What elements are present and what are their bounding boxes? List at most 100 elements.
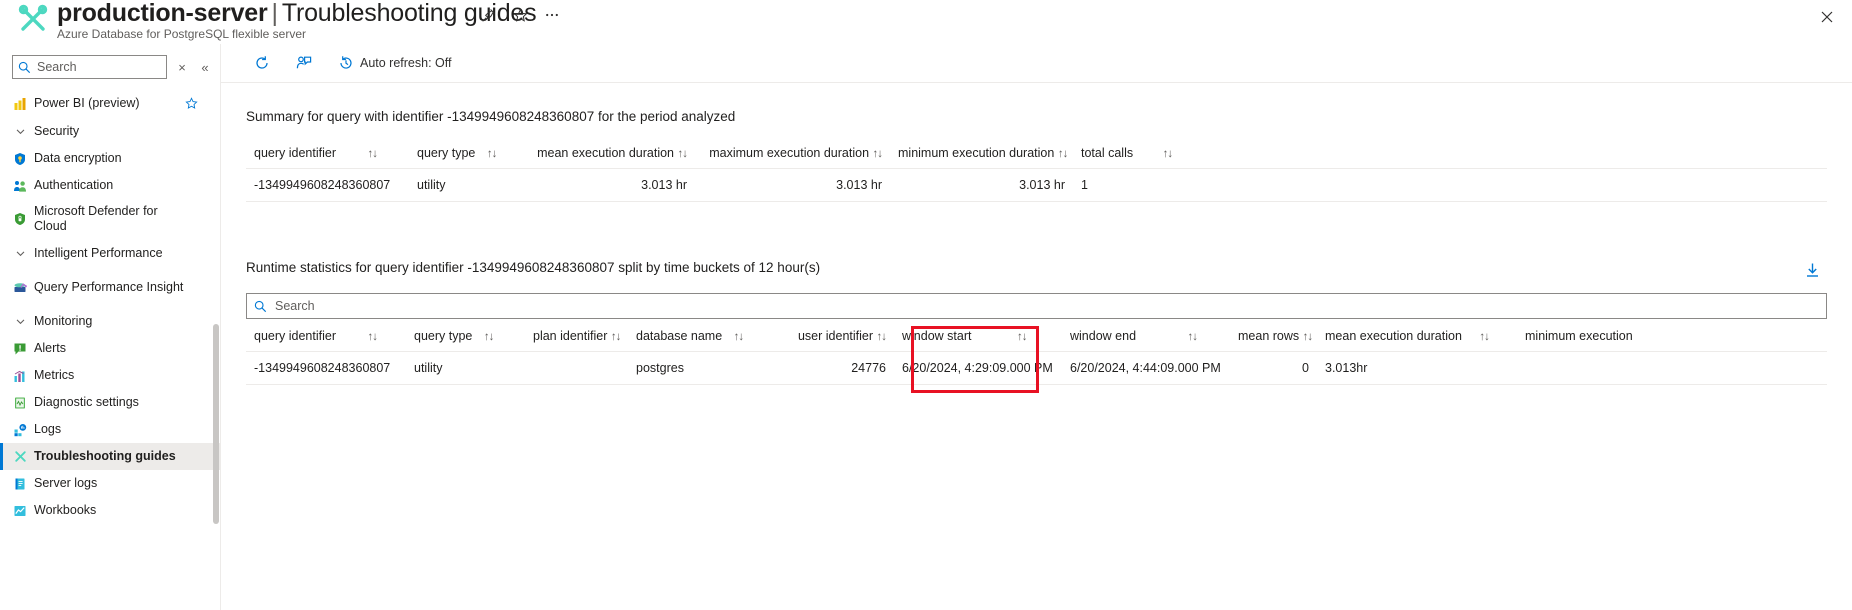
search-input[interactable] <box>35 59 153 75</box>
feedback-button[interactable] <box>288 49 326 77</box>
close-icon[interactable] <box>1814 4 1840 30</box>
cell-mean-execution-duration: 3.013hr <box>1317 351 1517 385</box>
column-header-maximum-execution-duration[interactable]: maximum execution duration ↑↓ <box>695 140 890 169</box>
sidebar-item-metrics[interactable]: Metrics <box>0 362 220 389</box>
column-label: database name <box>636 329 723 343</box>
column-label: window start <box>902 329 972 343</box>
download-icon[interactable] <box>1798 260 1827 281</box>
sort-icon[interactable]: ↑↓ <box>367 331 377 343</box>
sidebar-item-query-performance-insight[interactable]: Query Performance Insight <box>0 267 220 307</box>
sort-icon[interactable]: ↑↓ <box>484 331 494 343</box>
runtime-search[interactable] <box>246 293 1827 319</box>
table-row[interactable]: -1349949608248360807 utility 3.013 hr 3.… <box>246 168 1827 202</box>
blade-content: Auto refresh: Off Summary for query with… <box>221 44 1852 610</box>
runtime-section-head: Runtime statistics for query identifier … <box>246 260 1827 281</box>
alerts-icon <box>12 341 28 357</box>
cell-window-end: 6/20/2024, 4:44:09.000 PM <box>1062 351 1230 385</box>
sidebar-group-label: Monitoring <box>34 314 93 328</box>
sort-icon[interactable]: ↑↓ <box>1479 331 1489 343</box>
diagnostic-settings-icon <box>12 395 28 411</box>
column-label: total calls <box>1081 146 1134 160</box>
sort-icon[interactable]: ↑↓ <box>678 148 688 160</box>
sidebar-item-label: Data encryption <box>34 151 122 165</box>
sidebar-item-data-encryption[interactable]: Data encryption <box>0 145 220 172</box>
sort-icon[interactable]: ↑↓ <box>873 148 883 160</box>
search-clear-icon[interactable]: × <box>173 60 191 75</box>
column-header-mean-execution-duration[interactable]: mean execution duration ↑↓ <box>522 140 695 169</box>
favorite-star-icon[interactable] <box>185 97 198 110</box>
content-panel: Summary for query with identifier -13499… <box>221 109 1852 393</box>
sidebar-item-label: Troubleshooting guides <box>34 449 176 463</box>
sidebar-group-label: Security <box>34 124 80 138</box>
sidebar-item-authentication[interactable]: Authentication <box>0 172 220 199</box>
sidebar-group-intelligent-performance[interactable]: Intelligent Performance <box>0 239 220 267</box>
sidebar-item-workbooks[interactable]: Workbooks <box>0 497 220 524</box>
column-label: query type <box>414 329 473 343</box>
sidebar-item-server-logs[interactable]: Server logs <box>0 470 220 497</box>
column-label: minimum execution duration <box>898 146 1055 160</box>
column-header-user-identifier[interactable]: user identifier ↑↓ <box>766 323 894 352</box>
column-label: query identifier <box>254 146 336 160</box>
cell-plan-identifier <box>525 351 628 385</box>
table-row[interactable]: -1349949608248360807 utility postgres 24… <box>246 351 1827 385</box>
pin-icon[interactable] <box>475 2 501 28</box>
sort-icon[interactable]: ↑↓ <box>877 331 887 343</box>
sidebar-item-label: Diagnostic settings <box>34 395 139 409</box>
sort-icon[interactable]: ↑↓ <box>1017 331 1027 343</box>
sort-icon[interactable]: ↑↓ <box>1163 148 1173 160</box>
star-icon[interactable] <box>507 2 533 28</box>
auto-refresh-button[interactable]: Auto refresh: Off <box>330 49 459 77</box>
column-header-query-type[interactable]: query type ↑↓ <box>406 323 525 352</box>
column-header-plan-identifier[interactable]: plan identifier ↑↓ <box>525 323 628 352</box>
sort-icon[interactable]: ↑↓ <box>487 148 497 160</box>
column-header-minimum-execution[interactable]: minimum execution <box>1517 323 1827 352</box>
page-title: production-server | Troubleshooting guides <box>57 0 537 28</box>
refresh-icon <box>254 55 270 71</box>
sidebar-search[interactable] <box>12 55 167 79</box>
sidebar-item-power-bi[interactable]: Power BI (preview) <box>0 90 220 117</box>
resource-subtitle: Azure Database for PostgreSQL flexible s… <box>57 27 307 41</box>
sidebar-item-troubleshooting-guides[interactable]: Troubleshooting guides <box>0 443 220 470</box>
column-header-query-identifier[interactable]: query identifier ↑↓ <box>246 323 406 352</box>
column-label: plan identifier <box>533 329 608 343</box>
sidebar-item-label: Authentication <box>34 178 114 192</box>
summary-title: Summary for query with identifier -13499… <box>246 109 736 124</box>
cell-minimum-execution <box>1517 351 1827 385</box>
sort-icon[interactable]: ↑↓ <box>734 331 744 343</box>
column-header-window-end[interactable]: window end ↑↓ <box>1062 323 1230 352</box>
column-header-database-name[interactable]: database name ↑↓ <box>628 323 766 352</box>
sidebar-item-logs[interactable]: Logs <box>0 416 220 443</box>
column-header-query-type[interactable]: query type ↑↓ <box>409 140 522 169</box>
sidebar-group-label: Intelligent Performance <box>34 246 163 260</box>
column-label: query identifier <box>254 329 336 343</box>
sort-icon[interactable]: ↑↓ <box>611 331 621 343</box>
column-header-mean-execution-duration[interactable]: mean execution duration ↑↓ <box>1317 323 1517 352</box>
column-header-minimum-execution-duration[interactable]: minimum execution duration ↑↓ <box>890 140 1073 169</box>
ellipsis-icon[interactable] <box>539 2 565 28</box>
sidebar-item-alerts[interactable]: Alerts <box>0 335 220 362</box>
sidebar-item-diagnostic-settings[interactable]: Diagnostic settings <box>0 389 220 416</box>
sort-icon[interactable]: ↑↓ <box>1058 148 1068 160</box>
column-header-total-calls[interactable]: total calls ↑↓ <box>1073 140 1193 169</box>
sidebar-item-label: Query Performance Insight <box>34 279 184 294</box>
header-actions <box>475 2 565 28</box>
sidebar: × « Power BI (preview) <box>0 44 221 610</box>
runtime-search-input[interactable] <box>273 298 1695 314</box>
column-header-mean-rows[interactable]: mean rows ↑↓ <box>1230 323 1317 352</box>
logs-icon <box>12 422 28 438</box>
refresh-button[interactable] <box>246 49 284 77</box>
sidebar-group-security[interactable]: Security <box>0 117 220 145</box>
sort-icon[interactable]: ↑↓ <box>367 148 377 160</box>
sidebar-collapse-icon[interactable]: « <box>195 60 215 75</box>
sidebar-group-monitoring[interactable]: Monitoring <box>0 307 220 335</box>
command-bar: Auto refresh: Off <box>221 44 1852 82</box>
sort-icon[interactable]: ↑↓ <box>1188 331 1198 343</box>
column-header-query-identifier[interactable]: query identifier ↑↓ <box>246 140 409 169</box>
cell-database-name: postgres <box>628 351 766 385</box>
column-header-window-start[interactable]: window start ↑↓ <box>894 323 1062 352</box>
sort-icon[interactable]: ↑↓ <box>1303 331 1313 343</box>
column-label: window end <box>1070 329 1137 343</box>
sidebar-scrollbar[interactable] <box>213 324 219 524</box>
runtime-title: Runtime statistics for query identifier … <box>246 260 821 275</box>
sidebar-item-microsoft-defender-for-cloud[interactable]: Microsoft Defender for Cloud <box>0 199 220 239</box>
